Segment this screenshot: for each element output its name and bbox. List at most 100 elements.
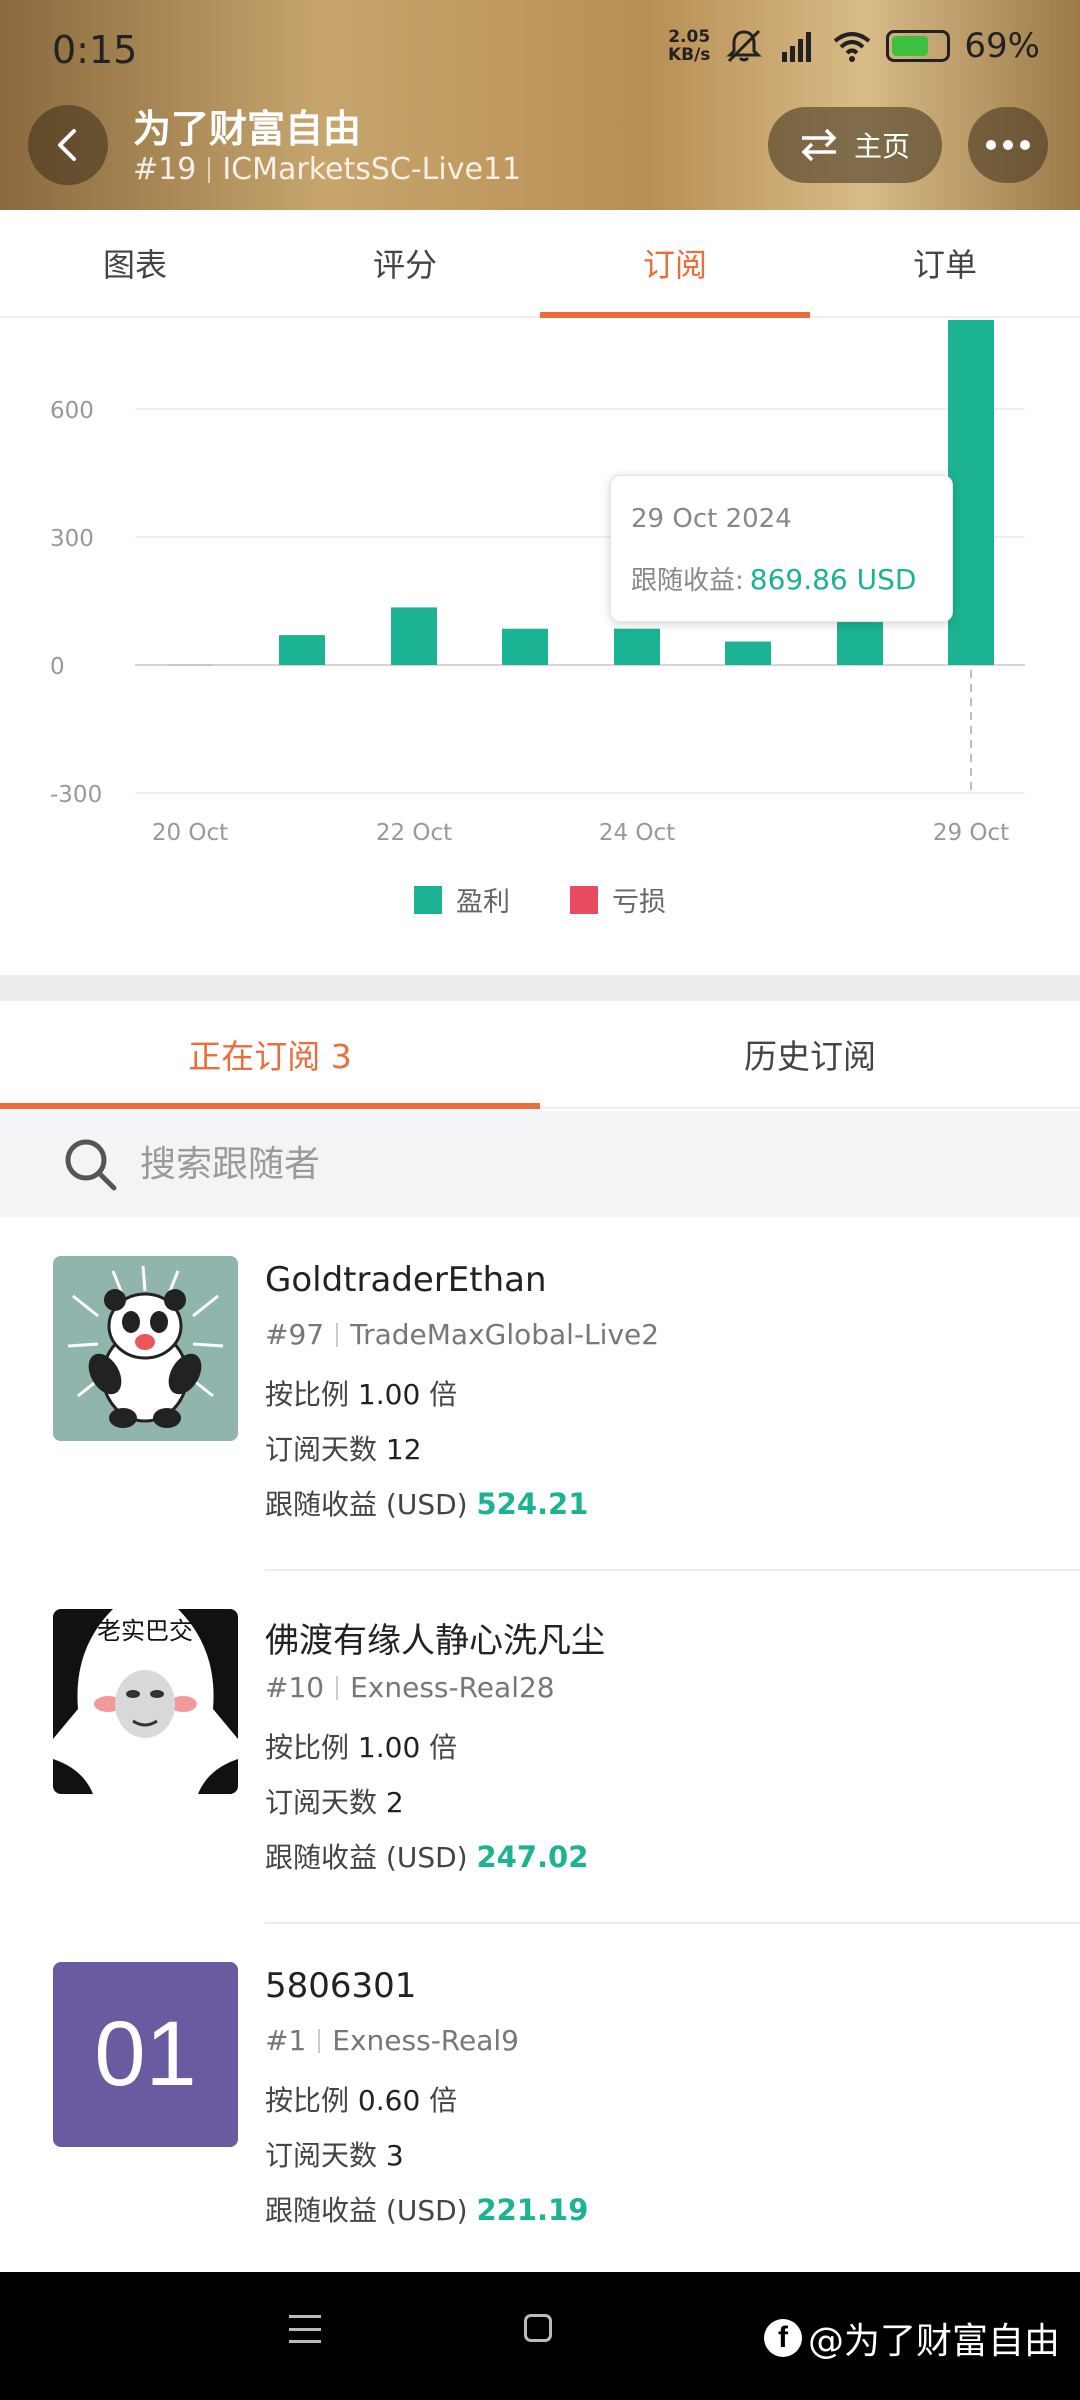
signal-icon <box>782 32 812 62</box>
follower-ratio: 按比例 0.60 倍 <box>265 2084 458 2117</box>
watermark-text: @为了财富自由 <box>808 2321 1061 2362</box>
follower-rank: #97 <box>265 1318 325 1351</box>
tab-chart[interactable]: 图表 <box>0 210 270 316</box>
bar <box>837 618 883 665</box>
follower-profit: 跟随收益 (USD) 221.19 <box>265 2193 589 2227</box>
menu-icon[interactable] <box>289 2315 321 2343</box>
y-tick-label: 0 <box>50 654 65 680</box>
bar <box>279 635 325 665</box>
subscription-tabs: 正在订阅 3 历史订阅 <box>0 1001 1080 1109</box>
follower-name: GoldtraderEthan <box>265 1260 547 1300</box>
follower-name: 5806301 <box>265 1966 417 2006</box>
legend-item-profit[interactable]: 盈利 <box>414 880 510 919</box>
account-subtitle: #19 ICMarketsSC-Live11 <box>133 152 521 187</box>
y-tick-label: 300 <box>50 526 94 552</box>
follower-server: Exness-Real9 <box>332 2024 519 2057</box>
chart-legend: 盈利 亏损 <box>0 880 1080 919</box>
home-button[interactable]: 主页 <box>768 107 942 183</box>
tab-rating[interactable]: 评分 <box>270 210 540 316</box>
bar <box>391 607 437 665</box>
tooltip-row: 跟随收益: 869.86 USD <box>631 560 916 597</box>
chart-tooltip: 29 Oct 2024 跟随收益: 869.86 USD <box>610 475 953 622</box>
meme-avatar-icon: 老实巴交 <box>53 1609 238 1794</box>
search-icon <box>65 1139 117 1191</box>
divider <box>318 2028 321 2053</box>
bar <box>725 641 771 665</box>
more-icon <box>986 140 996 150</box>
avatar: 老实巴交 <box>53 1609 238 1794</box>
follower-meta: #1 Exness-Real9 <box>265 2024 519 2057</box>
follower-rank: #10 <box>265 1671 325 1704</box>
tab-orders[interactable]: 订单 <box>810 210 1080 316</box>
wifi-icon <box>834 32 871 62</box>
follower-meta: #10 Exness-Real28 <box>265 1671 555 1704</box>
status-bar: 0:15 2.05 KB/s 69% <box>0 0 1080 105</box>
bar <box>948 320 994 665</box>
bar <box>614 628 660 665</box>
list-item[interactable]: GoldtraderEthan #97 TradeMaxGlobal-Live2… <box>0 1218 1080 1571</box>
home-icon[interactable] <box>524 2314 552 2342</box>
follower-name: 佛渡有缘人静心洗凡尘 <box>265 1621 605 1661</box>
mute-icon <box>726 29 763 63</box>
account-server: ICMarketsSC-Live11 <box>222 152 522 187</box>
status-icons: 2.05 KB/s 69% <box>668 26 1040 66</box>
y-tick-label: -300 <box>50 782 102 808</box>
page-title: 为了财富自由 <box>133 107 362 151</box>
avatar: 01 <box>53 1962 238 2147</box>
avatar <box>53 1256 238 1441</box>
tooltip-label: 跟随收益: <box>631 566 744 596</box>
x-tick-label: 20 Oct <box>152 820 228 846</box>
section-divider <box>0 975 1080 1001</box>
search-input[interactable] <box>140 1143 940 1185</box>
divider <box>336 1675 339 1700</box>
bar <box>502 628 548 665</box>
legend-swatch-profit <box>414 885 442 914</box>
watermark: f @为了财富自由 <box>764 2312 1060 2364</box>
avatar-number: 01 <box>94 2003 197 2105</box>
list-item[interactable]: 老实巴交 佛渡有缘人静心洗凡尘 #10 Exness-Real28 按比例 1.… <box>0 1571 1080 1924</box>
swap-icon <box>801 128 837 162</box>
back-button[interactable] <box>28 105 108 185</box>
facebook-icon: f <box>764 2319 802 2357</box>
tab-subscription[interactable]: 订阅 <box>540 210 810 318</box>
system-nav-bar: f @为了财富自由 <box>0 2272 1080 2400</box>
follower-meta: #97 TradeMaxGlobal-Live2 <box>265 1318 659 1351</box>
follower-profit: 跟随收益 (USD) 524.21 <box>265 1487 589 1521</box>
tooltip-date: 29 Oct 2024 <box>631 504 792 534</box>
legend-label-profit: 盈利 <box>456 887 510 918</box>
follower-profit: 跟随收益 (USD) 247.02 <box>265 1840 589 1874</box>
account-rank: #19 <box>133 152 197 187</box>
legend-swatch-loss <box>570 885 598 914</box>
tab-current-subscriptions[interactable]: 正在订阅 3 <box>0 1001 540 1109</box>
divider <box>336 1322 339 1347</box>
chevron-left-icon <box>58 129 76 161</box>
net-speed: 2.05 KB/s <box>667 27 711 65</box>
follower-days: 订阅天数 12 <box>265 1433 422 1466</box>
x-tick-label: 22 Oct <box>376 820 452 846</box>
battery-percent: 69% <box>964 26 1040 66</box>
y-tick-label: 600 <box>50 398 94 424</box>
home-button-label: 主页 <box>853 130 910 163</box>
follower-days: 订阅天数 3 <box>265 2139 404 2172</box>
panda-avatar-icon <box>53 1256 238 1441</box>
more-button[interactable] <box>968 107 1048 183</box>
battery-level <box>892 36 929 56</box>
divider <box>208 156 211 183</box>
follower-list: GoldtraderEthan #97 TradeMaxGlobal-Live2… <box>0 1218 1080 2277</box>
list-item[interactable]: 01 5806301 #1 Exness-Real9 按比例 0.60 倍 订阅… <box>0 1924 1080 2277</box>
x-tick-label: 24 Oct <box>599 820 675 846</box>
app-header: 0:15 2.05 KB/s 69% 为了财富自由 #19 ICMarketsS… <box>0 0 1080 210</box>
follower-server: TradeMaxGlobal-Live2 <box>350 1318 660 1351</box>
follower-days: 订阅天数 2 <box>265 1786 404 1819</box>
profit-chart[interactable]: -300 0 300 600 20 Oct 22 Oct 24 Oct 29 Oct 29 O… <box>0 320 1080 970</box>
battery-charging-icon <box>886 30 951 62</box>
tab-history-subscriptions[interactable]: 历史订阅 <box>540 1001 1080 1107</box>
follower-ratio: 按比例 1.00 倍 <box>265 1731 458 1764</box>
status-time: 0:15 <box>52 28 138 72</box>
tooltip-value: 869.86 USD <box>749 563 917 596</box>
top-tabs: 图表 评分 订阅 订单 <box>0 210 1080 318</box>
legend-item-loss[interactable]: 亏损 <box>570 880 666 919</box>
follower-rank: #1 <box>265 2024 307 2057</box>
legend-label-loss: 亏损 <box>612 887 666 918</box>
follower-ratio: 按比例 1.00 倍 <box>265 1378 458 1411</box>
